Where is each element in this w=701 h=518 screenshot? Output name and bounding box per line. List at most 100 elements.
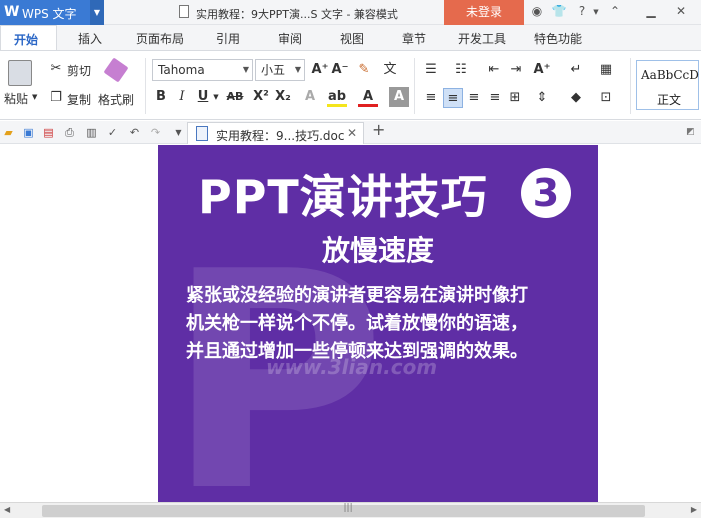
format-painter-button[interactable]: 格式刷: [98, 91, 134, 108]
open-folder-icon[interactable]: ▰: [2, 126, 15, 139]
close-icon[interactable]: ✕: [673, 4, 689, 18]
tab-view[interactable]: 视图: [340, 30, 364, 47]
line-spacing-icon[interactable]: ⇕: [532, 88, 552, 108]
font-color-icon[interactable]: A: [358, 87, 378, 107]
highlight-icon[interactable]: ab: [327, 87, 347, 107]
shrink-font-icon[interactable]: A⁻: [330, 60, 350, 80]
strikethrough-icon[interactable]: AB: [225, 87, 245, 107]
style-sample: AaBbCcD: [641, 68, 699, 82]
chevron-down-icon[interactable]: ▼: [172, 126, 185, 139]
wps-menu-button[interactable]: W WPS 文字 ▼: [0, 0, 104, 25]
embedded-slide-image: P PPT演讲技巧 3 放慢速度 紧张或没经验的演讲者更容易在演讲时像打 机关枪…: [158, 145, 598, 502]
divider: [414, 58, 415, 114]
minimize-icon[interactable]: ▁: [643, 4, 659, 18]
title-bar: W WPS 文字 ▼ 实用教程：9大PPT演...S 文字 - 兼容模式 未登录…: [0, 0, 701, 25]
style-name: 正文: [657, 93, 682, 107]
cut-button[interactable]: 剪切: [67, 62, 91, 79]
tab-references[interactable]: 引用: [216, 30, 240, 47]
align-left-icon[interactable]: ≡: [421, 88, 441, 108]
close-tab-icon[interactable]: ✕: [347, 126, 357, 140]
paste-button[interactable]: 粘贴: [4, 90, 28, 107]
decrease-indent-icon[interactable]: ⇤: [484, 60, 504, 80]
wps-logo-icon: W: [4, 4, 20, 20]
tab-home[interactable]: 开始: [0, 25, 57, 51]
font-family-value: Tahoma: [158, 63, 205, 77]
shirt-icon[interactable]: 👕: [551, 4, 567, 18]
login-button[interactable]: 未登录: [444, 0, 524, 25]
asian-layout-icon[interactable]: A⁺: [532, 60, 552, 80]
text-effect-icon[interactable]: A: [300, 87, 320, 107]
sidebar-toggle-icon[interactable]: ◩: [684, 126, 697, 139]
character-shading-icon[interactable]: A: [389, 87, 409, 107]
collapse-ribbon-icon[interactable]: ⌃: [607, 4, 623, 18]
chevron-down-icon[interactable]: ▼: [90, 0, 104, 25]
slide-title: PPT演讲技巧: [198, 170, 488, 224]
paragraph-mark-icon[interactable]: ↵: [566, 60, 586, 80]
distributed-align-icon[interactable]: ⊞: [505, 88, 525, 108]
italic-icon[interactable]: I: [172, 87, 192, 107]
tab-section[interactable]: 章节: [402, 30, 426, 47]
scroll-right-icon[interactable]: ▶: [691, 505, 697, 514]
paste-icon[interactable]: [8, 60, 32, 86]
horizontal-scrollbar[interactable]: ◀ ||| ▶: [0, 502, 701, 518]
tab-review[interactable]: 审阅: [278, 30, 302, 47]
document-icon: [179, 5, 189, 18]
tab-features[interactable]: 特色功能: [534, 30, 582, 47]
tab-page-layout[interactable]: 页面布局: [136, 30, 184, 47]
word-document-icon: [196, 126, 208, 141]
print-preview-icon[interactable]: ▥: [85, 126, 98, 139]
slide-subtitle: 放慢速度: [321, 234, 434, 267]
skin-icon[interactable]: ◉: [529, 4, 545, 18]
font-size-value: 小五: [261, 63, 286, 77]
ribbon-tabs: 插入 页面布局 引用 审阅 视图 章节 开发工具 特色功能: [0, 25, 701, 50]
chevron-down-icon[interactable]: ▼: [32, 93, 37, 101]
slide-body-line: 机关枪一样说个不停。试着放慢你的语速，: [186, 313, 528, 334]
superscript-icon[interactable]: X²: [251, 87, 271, 107]
phonetic-guide-icon[interactable]: 文: [380, 60, 400, 80]
divider: [145, 58, 146, 114]
new-tab-icon[interactable]: +: [372, 122, 385, 138]
tab-insert[interactable]: 插入: [78, 30, 102, 47]
chevron-down-icon[interactable]: ▼: [588, 8, 604, 16]
chevron-down-icon: ▼: [294, 65, 301, 74]
shading-icon[interactable]: ◆: [566, 88, 586, 108]
print-icon[interactable]: ⎙: [63, 126, 76, 139]
slide-number-badge: 3: [521, 168, 571, 218]
clear-format-icon[interactable]: ✎: [354, 60, 374, 80]
style-normal[interactable]: AaBbCcD 正文: [636, 60, 699, 110]
chevron-down-icon[interactable]: ▼: [206, 87, 226, 107]
divider: [630, 58, 631, 114]
subscript-icon[interactable]: X₂: [273, 87, 293, 107]
copy-icon[interactable]: ❐: [46, 88, 66, 108]
font-size-select[interactable]: 小五 ▼: [255, 59, 305, 81]
spell-check-icon[interactable]: ✓: [106, 126, 119, 139]
bold-icon[interactable]: B: [151, 87, 171, 107]
document-tab[interactable]: 实用教程：9...技巧.doc ✕: [187, 122, 364, 144]
increase-indent-icon[interactable]: ⇥: [506, 60, 526, 80]
justify-icon[interactable]: ≡: [485, 88, 505, 108]
table-icon[interactable]: ▦: [596, 60, 616, 80]
align-right-icon[interactable]: ≡: [464, 88, 484, 108]
scissors-icon[interactable]: ✂: [46, 59, 66, 79]
bullet-list-icon[interactable]: ☰: [421, 60, 441, 80]
slide-body-line: 紧张或没经验的演讲者更容易在演讲时像打: [186, 285, 528, 306]
save-icon[interactable]: ▣: [22, 126, 35, 139]
chevron-down-icon: ▼: [242, 65, 249, 74]
undo-icon[interactable]: ↶: [128, 126, 141, 139]
export-pdf-icon[interactable]: ▤: [42, 126, 55, 139]
watermark: www.3lian.com: [266, 355, 438, 379]
numbered-list-icon[interactable]: ☷: [451, 60, 471, 80]
borders-icon[interactable]: ⊡: [596, 88, 616, 108]
font-family-select[interactable]: Tahoma ▼: [152, 59, 253, 81]
app-name: WPS 文字: [22, 7, 77, 21]
document-tab-label: 实用教程：9...技巧.doc: [216, 129, 345, 143]
scrollbar-thumb[interactable]: |||: [42, 503, 645, 517]
tab-developer[interactable]: 开发工具: [458, 30, 506, 47]
redo-icon[interactable]: ↷: [149, 126, 162, 139]
scroll-left-icon[interactable]: ◀: [4, 505, 10, 514]
copy-button[interactable]: 复制: [67, 91, 91, 108]
grip-icon: |||: [343, 503, 353, 513]
grow-font-icon[interactable]: A⁺: [310, 60, 330, 80]
tab-home-label: 开始: [14, 33, 39, 47]
align-center-icon[interactable]: ≡: [443, 88, 463, 108]
